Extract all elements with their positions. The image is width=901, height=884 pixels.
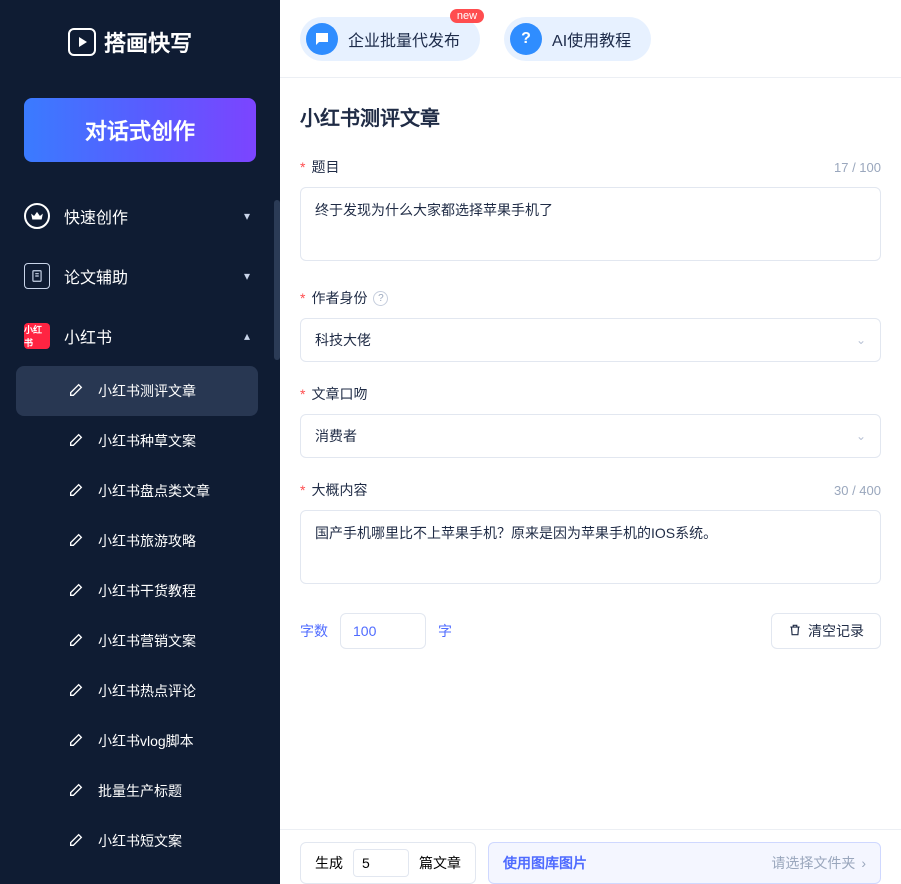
sidebar-subitem-label: 小红书vlog脚本	[98, 731, 194, 751]
edit-icon	[68, 532, 86, 550]
required-mark: *	[300, 159, 305, 175]
sidebar-subitem-2[interactable]: 小红书盘点类文章	[16, 466, 258, 516]
edit-icon	[68, 782, 86, 800]
chevron-right-icon: ›	[861, 855, 866, 871]
new-badge: new	[450, 9, 484, 23]
outline-counter: 30 / 400	[834, 483, 881, 498]
sidebar-subitem-4[interactable]: 小红书干货教程	[16, 566, 258, 616]
trash-icon	[788, 623, 802, 640]
sidebar-subitem-label: 小红书营销文案	[98, 631, 196, 651]
chat-bubble-icon	[306, 23, 338, 55]
chevron-down-icon: ⌄	[856, 429, 866, 443]
outline-input[interactable]	[300, 510, 881, 584]
sidebar-subitem-label: 小红书短文案	[98, 831, 182, 851]
nav-item-xiaohongshu[interactable]: 小红书 小红书 ▴	[0, 306, 274, 366]
tone-select[interactable]: 消费者 ⌄	[300, 414, 881, 458]
title-input[interactable]	[300, 187, 881, 261]
title-label: 题目	[311, 157, 339, 177]
tone-label: 文章口吻	[311, 384, 367, 404]
author-label: 作者身份	[311, 288, 367, 308]
edit-icon	[68, 582, 86, 600]
question-icon: ?	[510, 23, 542, 55]
wordcount-row: 字数 字 清空记录	[300, 613, 881, 649]
field-outline: * 大概内容 30 / 400	[300, 480, 881, 589]
xiaohongshu-icon: 小红书	[24, 323, 50, 349]
sidebar: 搭画快写 对话式创作 快速创作 ▾ 论文辅助 ▾ 小红书 小红书 ▴ 小红书测评…	[0, 0, 280, 884]
crown-icon	[24, 203, 50, 229]
sidebar-subitem-label: 批量生产标题	[98, 781, 182, 801]
author-select[interactable]: 科技大佬 ⌄	[300, 318, 881, 362]
topbar: 企业批量代发布 new ? AI使用教程	[280, 0, 901, 78]
sidebar-subitem-label: 小红书测评文章	[98, 381, 196, 401]
field-title: * 题目 17 / 100	[300, 157, 881, 266]
logo-text: 搭画快写	[104, 26, 192, 58]
ai-tutorial-button[interactable]: ? AI使用教程	[504, 17, 651, 61]
edit-icon	[68, 832, 86, 850]
sidebar-subitem-7[interactable]: 小红书vlog脚本	[16, 716, 258, 766]
clear-history-button[interactable]: 清空记录	[771, 613, 881, 649]
chevron-up-icon: ▴	[244, 329, 250, 343]
sidebar-subitem-0[interactable]: 小红书测评文章	[16, 366, 258, 416]
nav-item-thesis-help[interactable]: 论文辅助 ▾	[0, 246, 274, 306]
generate-count-box: 生成 篇文章	[300, 842, 476, 884]
edit-icon	[68, 682, 86, 700]
main: 企业批量代发布 new ? AI使用教程 小红书测评文章 * 题目 17 / 1…	[280, 0, 901, 884]
sidebar-subitem-label: 小红书盘点类文章	[98, 481, 210, 501]
chevron-down-icon: ▾	[244, 269, 250, 283]
sidebar-subitem-5[interactable]: 小红书营销文案	[16, 616, 258, 666]
bottom-bar: 生成 篇文章 使用图库图片 请选择文件夹 ›	[280, 829, 901, 884]
wordcount-label-left: 字数	[300, 621, 328, 641]
sidebar-subitem-1[interactable]: 小红书种草文案	[16, 416, 258, 466]
sidebar-subitem-label: 小红书种草文案	[98, 431, 196, 451]
edit-icon	[68, 482, 86, 500]
edit-icon	[68, 382, 86, 400]
outline-label: 大概内容	[311, 480, 367, 500]
field-author: * 作者身份 ? 科技大佬 ⌄	[300, 288, 881, 362]
field-tone: * 文章口吻 消费者 ⌄	[300, 384, 881, 458]
wordcount-input[interactable]	[340, 613, 426, 649]
scrollbar-thumb[interactable]	[274, 200, 280, 360]
sidebar-subitem-8[interactable]: 批量生产标题	[16, 766, 258, 816]
wordcount-label-right: 字	[438, 621, 452, 641]
cta-dialog-create-button[interactable]: 对话式创作	[24, 98, 256, 162]
enterprise-publish-button[interactable]: 企业批量代发布 new	[300, 17, 480, 61]
generate-count-input[interactable]	[353, 849, 409, 877]
logo: 搭画快写	[0, 0, 280, 84]
edit-icon	[68, 632, 86, 650]
page-title: 小红书测评文章	[300, 102, 881, 131]
help-icon[interactable]: ?	[373, 291, 388, 306]
sidebar-subitem-label: 小红书热点评论	[98, 681, 196, 701]
chevron-down-icon: ⌄	[856, 333, 866, 347]
nav-scroll[interactable]: 快速创作 ▾ 论文辅助 ▾ 小红书 小红书 ▴ 小红书测评文章小红书种草文案小红…	[0, 186, 280, 884]
edit-icon	[68, 732, 86, 750]
sidebar-subitem-label: 小红书干货教程	[98, 581, 196, 601]
content: 小红书测评文章 * 题目 17 / 100 * 作者身份 ? 科技大佬 ⌄ *	[280, 78, 901, 829]
document-icon	[24, 263, 50, 289]
chevron-down-icon: ▾	[244, 209, 250, 223]
edit-icon	[68, 432, 86, 450]
title-counter: 17 / 100	[834, 160, 881, 175]
logo-icon	[68, 28, 96, 56]
sidebar-subitem-6[interactable]: 小红书热点评论	[16, 666, 258, 716]
sidebar-subitem-9[interactable]: 小红书短文案	[16, 816, 258, 866]
gallery-select[interactable]: 使用图库图片 请选择文件夹 ›	[488, 842, 881, 884]
sidebar-subitem-label: 小红书旅游攻略	[98, 531, 196, 551]
sidebar-subitem-3[interactable]: 小红书旅游攻略	[16, 516, 258, 566]
nav-item-quick-create[interactable]: 快速创作 ▾	[0, 186, 274, 246]
